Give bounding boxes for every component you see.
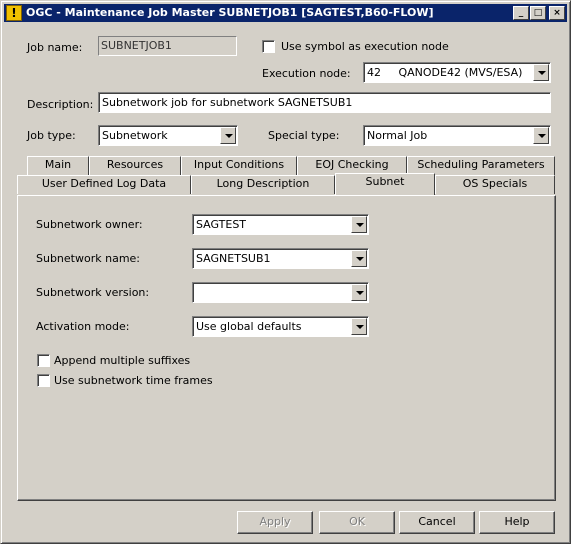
subnet-tab-panel: Subnetwork owner: SAGTEST Subnetwork nam… — [17, 195, 556, 501]
job-type-dropdown[interactable]: Subnetwork — [98, 125, 238, 146]
title-bar[interactable]: ! OGC - Maintenance Job Master SUBNETJOB… — [4, 4, 567, 22]
tab-long-description[interactable]: Long Description — [191, 175, 335, 194]
job-name-label: Job name: — [27, 41, 83, 54]
cancel-button[interactable]: Cancel — [399, 511, 475, 534]
description-label: Description: — [27, 98, 94, 111]
help-button[interactable]: Help — [479, 511, 555, 534]
chevron-down-icon[interactable] — [533, 64, 549, 81]
append-suffixes-label: Append multiple suffixes — [54, 354, 191, 367]
execution-node-dropdown[interactable]: 42 QANODE42 (MVS/ESA) — [363, 62, 551, 83]
job-type-value: Subnetwork — [102, 129, 168, 142]
tab-os-specials[interactable]: OS Specials — [435, 175, 555, 194]
subnetwork-owner-label: Subnetwork owner: — [36, 218, 143, 231]
use-time-frames-label: Use subnetwork time frames — [54, 374, 213, 387]
close-button[interactable]: × — [549, 6, 565, 20]
minimize-button[interactable]: _ — [513, 6, 529, 20]
chevron-down-icon[interactable] — [351, 250, 367, 267]
chevron-down-icon[interactable] — [533, 127, 549, 144]
ok-button[interactable]: OK — [319, 511, 395, 534]
activation-mode-label: Activation mode: — [36, 320, 130, 333]
subnetwork-name-label: Subnetwork name: — [36, 252, 141, 265]
tab-user-defined-log-data[interactable]: User Defined Log Data — [17, 175, 191, 194]
subnetwork-version-dropdown[interactable] — [192, 282, 369, 303]
maximize-button[interactable]: □ — [530, 6, 546, 20]
execution-node-value: 42 QANODE42 (MVS/ESA) — [367, 66, 523, 79]
chevron-down-icon[interactable] — [351, 284, 367, 301]
special-type-dropdown[interactable]: Normal Job — [363, 125, 551, 146]
tab-subnet[interactable]: Subnet — [335, 173, 435, 195]
append-suffixes-checkbox[interactable] — [37, 354, 50, 367]
job-name-field: SUBNETJOB1 — [98, 36, 237, 56]
chevron-down-icon[interactable] — [351, 216, 367, 233]
special-type-label: Special type: — [268, 129, 340, 142]
subnetwork-version-label: Subnetwork version: — [36, 286, 150, 299]
tab-resources[interactable]: Resources — [89, 156, 181, 175]
use-time-frames-checkbox[interactable] — [37, 374, 50, 387]
subnetwork-name-value: SAGNETSUB1 — [196, 252, 271, 265]
execution-node-label: Execution node: — [262, 67, 351, 80]
subnetwork-name-dropdown[interactable]: SAGNETSUB1 — [192, 248, 369, 269]
tab-main[interactable]: Main — [27, 156, 89, 175]
chevron-down-icon[interactable] — [351, 318, 367, 335]
apply-button[interactable]: Apply — [237, 511, 313, 534]
job-master-window: ! OGC - Maintenance Job Master SUBNETJOB… — [0, 0, 571, 544]
chevron-down-icon[interactable] — [220, 127, 236, 144]
warning-icon: ! — [6, 5, 22, 21]
tab-input-conditions[interactable]: Input Conditions — [181, 156, 297, 175]
window-title: OGC - Maintenance Job Master SUBNETJOB1 … — [26, 6, 434, 19]
use-symbol-label: Use symbol as execution node — [281, 40, 449, 53]
use-symbol-checkbox[interactable] — [262, 40, 275, 53]
special-type-value: Normal Job — [367, 129, 428, 142]
activation-mode-value: Use global defaults — [196, 320, 302, 333]
job-type-label: Job type: — [27, 129, 76, 142]
description-input[interactable]: Subnetwork job for subnetwork SAGNETSUB1 — [98, 92, 551, 113]
subnetwork-owner-dropdown[interactable]: SAGTEST — [192, 214, 369, 235]
activation-mode-dropdown[interactable]: Use global defaults — [192, 316, 369, 337]
subnetwork-owner-value: SAGTEST — [196, 218, 247, 231]
